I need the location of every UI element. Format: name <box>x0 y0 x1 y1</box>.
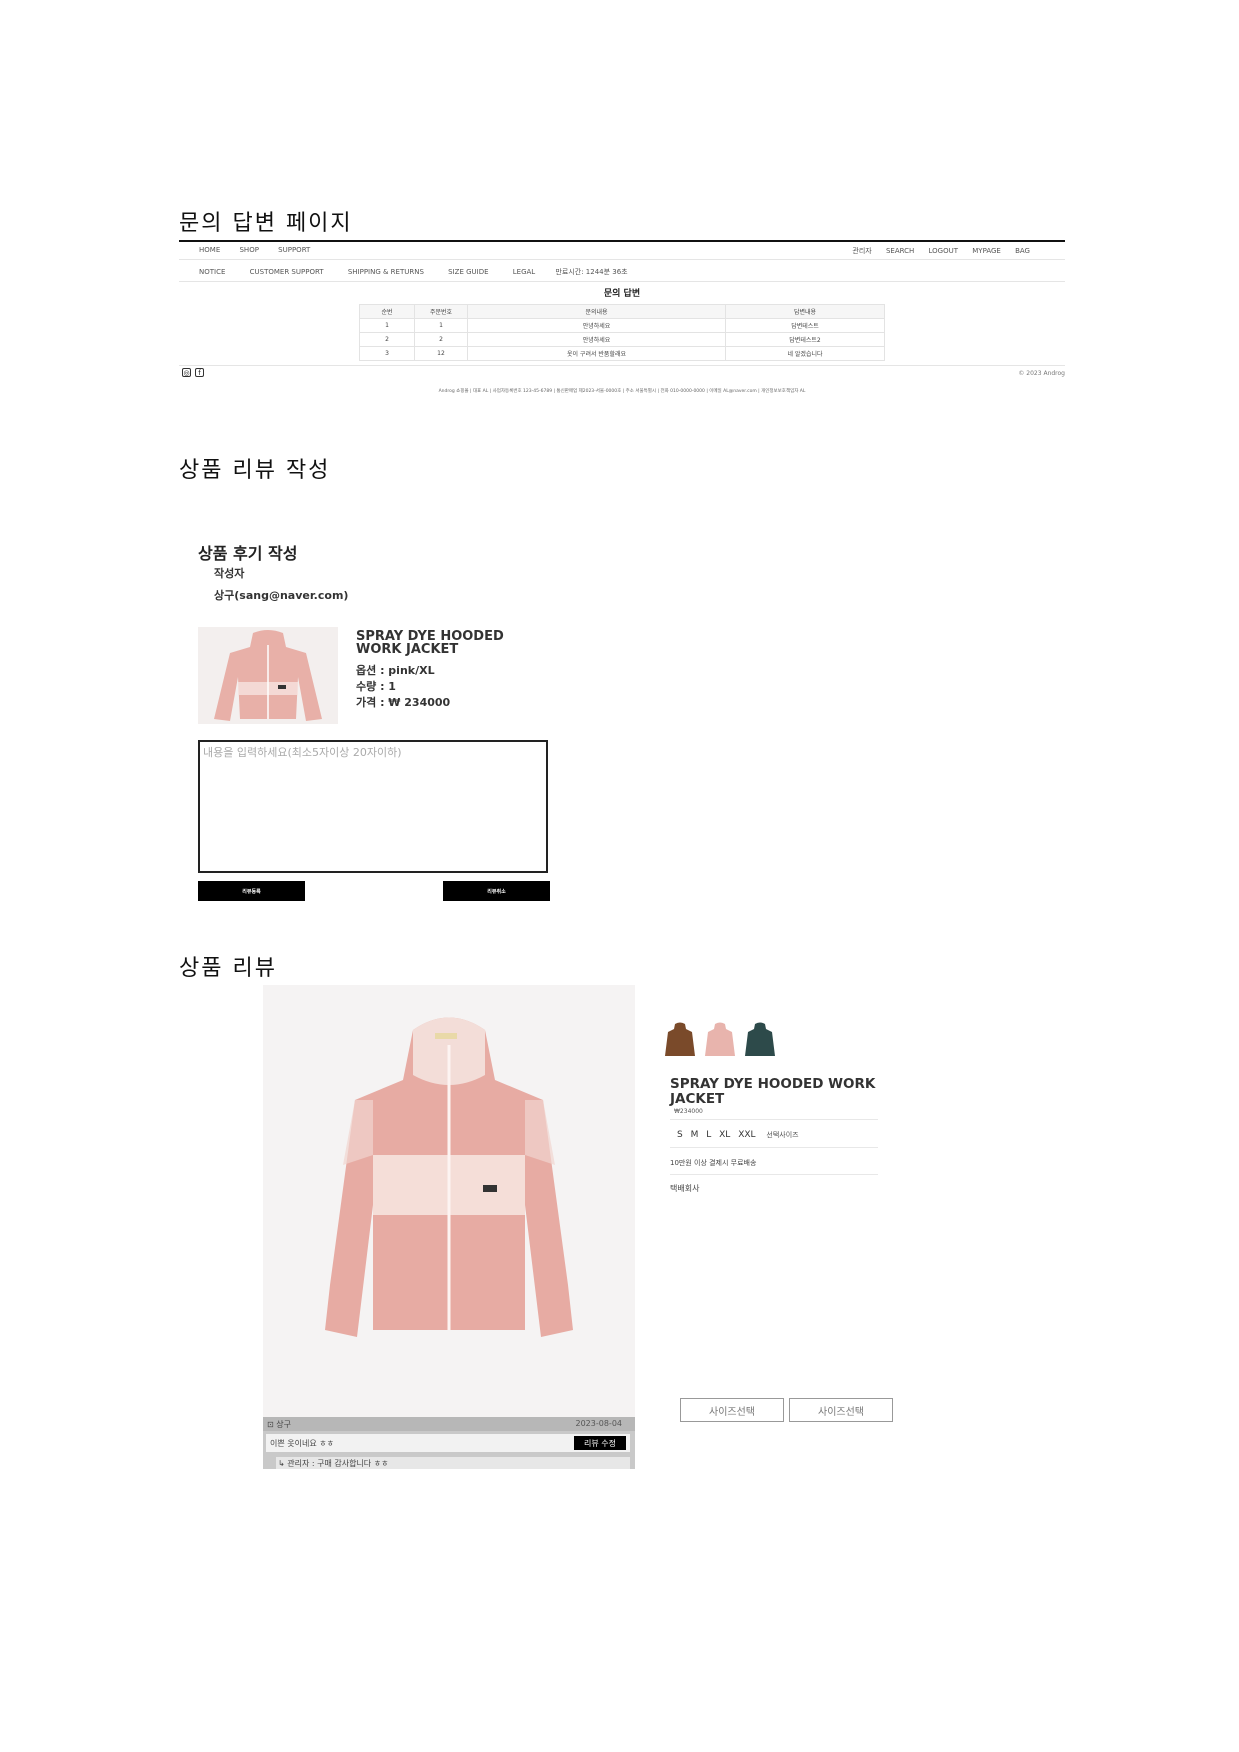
nav-admin[interactable]: 관리자 <box>852 247 871 255</box>
product-thumbnail <box>198 627 338 724</box>
shipping-note: 10만원 이상 결제시 무료배송 <box>670 1159 757 1167</box>
col-header: 순번 <box>359 304 415 319</box>
nav-search[interactable]: SEARCH <box>886 247 914 255</box>
user-nav: 관리자 SEARCH LOGOUT MYPAGE BAG <box>840 246 1030 256</box>
jacket-image <box>325 1017 573 1337</box>
divider <box>670 1174 878 1175</box>
admin-reply-row: ↳ 관리자 : 구매 감사합니다 ㅎㅎ <box>276 1457 630 1469</box>
jacket-thumbnail-icon <box>705 1022 735 1056</box>
review-date: 2023-08-04 <box>575 1419 623 1428</box>
nav-home[interactable]: HOME <box>199 246 220 254</box>
size-option-xl[interactable]: XL <box>719 1130 730 1140</box>
product-price-small: ₩234000 <box>674 1108 703 1115</box>
product-name: SPRAY DYE HOODED WORK JACKET <box>356 629 504 657</box>
inquiry-table: 순번 주문번호 문의내용 답변내용 1 1 안녕하세요 답변테스트 2 2 안녕… <box>359 304 885 361</box>
subnav-shipping-returns[interactable]: SHIPPING & RETURNS <box>348 268 424 276</box>
product-title: SPRAY DYE HOODED WORK JACKET <box>670 1076 876 1107</box>
table-header-row: 순번 주문번호 문의내용 답변내용 <box>359 304 885 319</box>
size-option-l[interactable]: L <box>706 1130 711 1140</box>
color-swatch-brown[interactable] <box>664 1020 696 1060</box>
review-content-row: 이쁜 옷이네요 ㅎㅎ 리뷰 수정 <box>266 1434 630 1452</box>
business-info: Androg 쇼핑몰 | 대표 AL | 사업자등록번호 123-45-6789… <box>438 389 806 394</box>
color-swatch-green[interactable] <box>744 1020 776 1060</box>
divider <box>179 365 1065 366</box>
nav-logout[interactable]: LOGOUT <box>929 247 959 255</box>
jacket-image <box>214 630 322 721</box>
cell: 2 <box>414 332 468 347</box>
cell: 옷이 구려서 반품할래요 <box>467 346 726 361</box>
cell: 1 <box>414 318 468 333</box>
review-content-input[interactable] <box>198 740 548 873</box>
review-cancel-button[interactable]: 리뷰취소 <box>443 881 550 901</box>
review-meta-row: ⊡ 상구 2023-08-04 <box>263 1417 635 1431</box>
product-quantity: 수량 : 1 <box>356 680 396 693</box>
size-option-xxl[interactable]: XXL <box>738 1130 755 1140</box>
cell: 12 <box>414 346 468 361</box>
sub-nav: NOTICE CUSTOMER SUPPORT SHIPPING & RETUR… <box>199 267 650 277</box>
size-option-s[interactable]: S <box>677 1130 683 1140</box>
col-header: 주문번호 <box>414 304 468 319</box>
nav-support[interactable]: SUPPORT <box>278 246 310 254</box>
main-nav: HOME SHOP SUPPORT <box>199 246 327 254</box>
nav-mypage[interactable]: MYPAGE <box>972 247 1001 255</box>
product-price: 가격 : ₩ 234000 <box>356 696 451 709</box>
review-submit-button[interactable]: 리뷰등록 <box>198 881 305 901</box>
col-header: 문의내용 <box>467 304 726 319</box>
review-edit-button[interactable]: 리뷰 수정 <box>574 1436 626 1450</box>
jacket-thumbnail-icon <box>745 1022 775 1056</box>
cell: 3 <box>359 346 415 361</box>
header-border <box>179 240 1065 242</box>
size-options: S M L XL XXL 선택사이즈 <box>677 1130 804 1140</box>
cell: 안녕하세요 <box>467 318 726 333</box>
subnav-customer-support[interactable]: CUSTOMER SUPPORT <box>250 268 324 276</box>
nav-bag[interactable]: BAG <box>1015 247 1030 255</box>
cell: 답변테스트 <box>725 318 885 333</box>
divider <box>179 281 1065 282</box>
writer-label: 작성자 <box>214 567 245 580</box>
size-select-button[interactable]: 사이즈선택 <box>789 1398 893 1422</box>
section-title-review: 상품 리뷰 <box>179 956 277 981</box>
copyright: © 2023 Androg <box>1018 370 1065 377</box>
cell: 답변테스트2 <box>725 332 885 347</box>
section-title-review-write: 상품 리뷰 작성 <box>179 458 331 483</box>
color-swatch-pink[interactable] <box>704 1020 736 1060</box>
nav-shop[interactable]: SHOP <box>239 246 258 254</box>
divider <box>670 1119 878 1120</box>
divider <box>179 259 1065 260</box>
subnav-size-guide[interactable]: SIZE GUIDE <box>448 268 488 276</box>
inquiry-title: 문의 답변 <box>603 289 641 299</box>
writer-value: 상구(sang@naver.com) <box>214 589 349 602</box>
instagram-icon[interactable]: ◎ <box>182 368 191 377</box>
inquiry-page-screenshot: HOME SHOP SUPPORT 관리자 SEARCH LOGOUT MYPA… <box>179 240 1065 400</box>
table-row[interactable]: 3 12 옷이 구려서 반품할래요 네 알겠습니다 <box>359 346 885 361</box>
subnav-notice[interactable]: NOTICE <box>199 268 225 276</box>
review-user: ⊡ 상구 <box>267 1420 291 1429</box>
facebook-icon[interactable]: f <box>195 368 204 377</box>
subnav-legal[interactable]: LEGAL <box>513 268 535 276</box>
divider <box>670 1147 878 1148</box>
cell: 안녕하세요 <box>467 332 726 347</box>
session-timer: 만료시간: 1244분 36초 <box>555 268 628 276</box>
product-option: 옵션 : pink/XL <box>356 664 435 677</box>
selected-size-label: 선택사이즈 <box>766 1131 799 1139</box>
table-row[interactable]: 2 2 안녕하세요 답변테스트2 <box>359 332 885 347</box>
admin-reply-text: ↳ 관리자 : 구매 감사합니다 ㅎㅎ <box>278 1459 389 1468</box>
courier-label: 택배회사 <box>670 1184 700 1193</box>
review-list: ⊡ 상구 2023-08-04 이쁜 옷이네요 ㅎㅎ 리뷰 수정 ↳ 관리자 :… <box>263 1417 635 1469</box>
size-select-button[interactable]: 사이즈선택 <box>680 1398 784 1422</box>
cell: 2 <box>359 332 415 347</box>
size-option-m[interactable]: M <box>691 1130 699 1140</box>
review-form-heading: 상품 후기 작성 <box>198 544 298 563</box>
product-main-image <box>263 985 635 1417</box>
col-header: 답변내용 <box>725 304 885 319</box>
table-row[interactable]: 1 1 안녕하세요 답변테스트 <box>359 318 885 333</box>
cell: 네 알겠습니다 <box>725 346 885 361</box>
review-username: 상구 <box>276 1420 291 1429</box>
jacket-thumbnail-icon <box>665 1022 695 1056</box>
cell: 1 <box>359 318 415 333</box>
section-title-inquiry: 문의 답변 페이지 <box>179 211 353 236</box>
review-text: 이쁜 옷이네요 ㅎㅎ <box>270 1439 334 1448</box>
